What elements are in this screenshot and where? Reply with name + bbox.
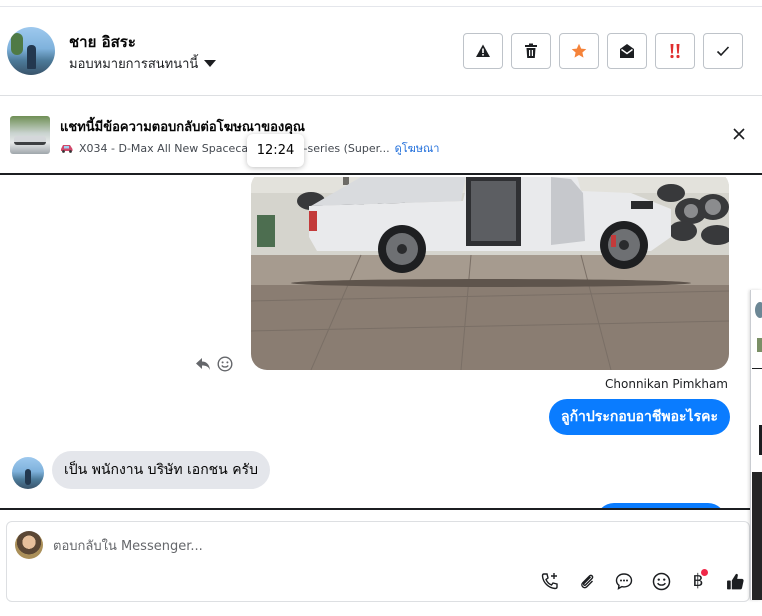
outgoing-message[interactable]: ลูก้าประกอบอาชีพอะไรคะ: [549, 399, 730, 435]
ad-thumbnail-car: [14, 136, 46, 145]
close-icon: [733, 128, 745, 140]
conversation-header: ชาย อิสระ มอบหมายการสนทนานี้: [0, 0, 762, 96]
composer-tools: ฿: [538, 569, 749, 593]
ad-thumbnail[interactable]: [10, 116, 50, 154]
composer-divider: [0, 508, 750, 510]
notification-dot: [701, 569, 708, 576]
phone-plus-icon: [541, 573, 558, 590]
my-avatar: [15, 531, 43, 559]
avatar-person: [25, 469, 31, 485]
avatar-tree: [11, 33, 23, 55]
star-icon: [571, 43, 587, 58]
star-button[interactable]: [559, 33, 599, 69]
header-actions: [463, 33, 743, 69]
reply-icon[interactable]: [195, 357, 211, 371]
contact-name[interactable]: ชาย อิสระ: [69, 30, 136, 54]
delete-button[interactable]: [511, 33, 551, 69]
emoji-reaction-icon[interactable]: [217, 356, 233, 372]
chat-bubble-icon: [615, 573, 633, 590]
exclamation-icon: [670, 44, 680, 59]
side-panel-edge[interactable]: [750, 290, 762, 600]
saved-replies-button[interactable]: [612, 569, 636, 593]
reply-input[interactable]: [53, 534, 653, 558]
report-button[interactable]: [463, 33, 503, 69]
message-actions: [195, 356, 233, 372]
side-panel-divider: [752, 368, 762, 369]
flag-important-button[interactable]: [655, 33, 695, 69]
warning-icon: [476, 44, 490, 57]
timestamp-tooltip: 12:24: [247, 134, 304, 167]
call-button[interactable]: [538, 569, 562, 593]
payment-button[interactable]: ฿: [686, 569, 710, 593]
like-button[interactable]: [723, 569, 747, 593]
envelope-open-icon: [620, 44, 634, 58]
thumbs-up-icon: [726, 573, 744, 589]
paperclip-icon: [581, 574, 594, 589]
car-photo-attachment[interactable]: [251, 177, 729, 370]
view-ad-link[interactable]: ดูโฆษณา: [395, 139, 440, 157]
message-thread[interactable]: Chonnikan Pimkham ลูก้าประกอบอาชีพอะไรคะ…: [0, 177, 750, 509]
mark-done-button[interactable]: [703, 33, 743, 69]
trash-icon: [525, 43, 537, 58]
incoming-message[interactable]: เป็น พนักงาน บริษัท เอกชน ครับ: [52, 451, 270, 489]
smiley-icon: [652, 572, 670, 590]
assign-label: มอบหมายการสนทนานี้: [69, 57, 199, 72]
avatar-person: [27, 45, 36, 69]
assign-conversation-dropdown[interactable]: มอบหมายการสนทนานี้: [69, 53, 217, 74]
car-icon: [61, 145, 73, 153]
messenger-inbox: ชาย อิสระ มอบหมายการสนทนานี้ แชทนี้มีข้อ…: [0, 0, 762, 616]
sender-name: Chonnikan Pimkham: [605, 377, 728, 391]
ad-name: X034 - D-Max All New Spacecab Speed X-se…: [79, 141, 390, 155]
side-panel-dark-block: [752, 472, 762, 600]
caret-down-icon: [204, 60, 217, 67]
check-icon: [716, 46, 730, 57]
mark-unread-button[interactable]: [607, 33, 647, 69]
attach-button[interactable]: [575, 569, 599, 593]
car-photo: [251, 177, 729, 370]
ad-reply-banner: แชทนี้มีข้อความตอบกลับต่อโฆษณาของคุณ X03…: [0, 97, 762, 175]
reply-composer: ฿: [6, 521, 750, 602]
side-panel-avatar: [755, 302, 762, 318]
contact-avatar-small[interactable]: [12, 457, 44, 489]
contact-avatar[interactable]: [7, 27, 55, 75]
emoji-button[interactable]: [649, 569, 673, 593]
side-panel-thumb: [757, 338, 762, 352]
close-banner-button[interactable]: [729, 124, 749, 144]
